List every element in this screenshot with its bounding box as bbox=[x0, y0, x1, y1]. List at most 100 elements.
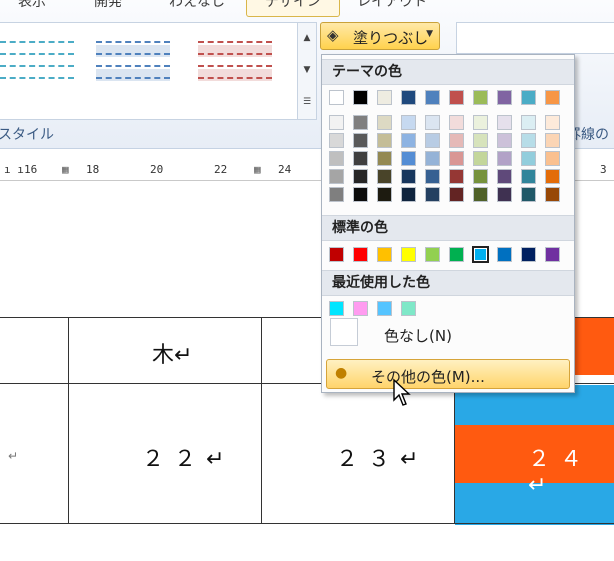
mouse-pointer-icon bbox=[393, 378, 411, 406]
recent-color-swatch[interactable] bbox=[401, 301, 416, 316]
chevron-down-icon: ▼ bbox=[426, 29, 433, 39]
table-style-1[interactable] bbox=[0, 37, 74, 85]
theme-shade-swatch[interactable] bbox=[353, 187, 368, 202]
theme-color-swatch[interactable] bbox=[329, 90, 344, 105]
theme-shade-swatch[interactable] bbox=[329, 187, 344, 202]
standard-color-swatch[interactable] bbox=[401, 247, 416, 262]
theme-shade-swatch[interactable] bbox=[353, 115, 368, 130]
recent-color-swatch[interactable] bbox=[353, 301, 368, 316]
theme-shade-swatch[interactable] bbox=[353, 133, 368, 148]
theme-shade-swatch[interactable] bbox=[497, 151, 512, 166]
shading-button[interactable]: ◈ 塗りつぶし ▼ bbox=[320, 22, 440, 50]
theme-shade-swatch[interactable] bbox=[401, 133, 416, 148]
theme-shade-swatch[interactable] bbox=[353, 169, 368, 184]
tab-layout[interactable]: レイアウト bbox=[346, 0, 438, 16]
theme-color-swatch[interactable] bbox=[545, 90, 560, 105]
table-style-2[interactable] bbox=[96, 37, 170, 85]
theme-shade-swatch[interactable] bbox=[449, 169, 464, 184]
theme-shade-swatch[interactable] bbox=[521, 187, 536, 202]
gallery-more-icon[interactable]: ☰ bbox=[298, 87, 316, 117]
theme-shade-swatch[interactable] bbox=[449, 187, 464, 202]
theme-color-swatch[interactable] bbox=[473, 90, 488, 105]
standard-color-swatch[interactable] bbox=[449, 247, 464, 262]
theme-shade-swatch[interactable] bbox=[497, 133, 512, 148]
standard-color-swatch[interactable] bbox=[425, 247, 440, 262]
theme-color-swatch[interactable] bbox=[377, 90, 392, 105]
theme-shade-swatch[interactable] bbox=[545, 115, 560, 130]
theme-shade-swatch[interactable] bbox=[425, 115, 440, 130]
theme-shade-swatch[interactable] bbox=[473, 169, 488, 184]
theme-shade-swatch[interactable] bbox=[377, 115, 392, 130]
theme-shade-swatch[interactable] bbox=[473, 151, 488, 166]
standard-color-swatch[interactable] bbox=[521, 247, 536, 262]
table-styles-gallery[interactable]: ▲ ▼ ☰ bbox=[0, 22, 317, 120]
theme-shade-swatch[interactable] bbox=[329, 169, 344, 184]
theme-shade-swatch[interactable] bbox=[353, 151, 368, 166]
theme-shade-swatch[interactable] bbox=[377, 151, 392, 166]
gallery-scrollbar[interactable]: ▲ ▼ ☰ bbox=[297, 23, 316, 119]
theme-shade-swatch[interactable] bbox=[401, 151, 416, 166]
theme-shade-swatch[interactable] bbox=[329, 151, 344, 166]
theme-shade-swatch[interactable] bbox=[473, 187, 488, 202]
table-style-3[interactable] bbox=[198, 37, 272, 85]
theme-color-swatch[interactable] bbox=[449, 90, 464, 105]
gallery-up-icon[interactable]: ▲ bbox=[298, 23, 316, 53]
table-border bbox=[261, 317, 262, 524]
theme-shade-swatch[interactable] bbox=[425, 151, 440, 166]
standard-color-swatch[interactable] bbox=[545, 247, 560, 262]
theme-shade-swatch[interactable] bbox=[425, 187, 440, 202]
theme-color-swatch[interactable] bbox=[521, 90, 536, 105]
theme-shade-swatch[interactable] bbox=[473, 133, 488, 148]
theme-color-swatch[interactable] bbox=[425, 90, 440, 105]
theme-shade-swatch[interactable] bbox=[449, 115, 464, 130]
border-styles-box[interactable] bbox=[456, 22, 614, 54]
tab-developer[interactable]: 開発 bbox=[88, 0, 128, 16]
no-color-option[interactable]: 色なし(N) bbox=[384, 325, 452, 346]
theme-color-swatch[interactable] bbox=[353, 90, 368, 105]
ruler-tick-label: 22 bbox=[214, 163, 228, 176]
theme-shade-swatch[interactable] bbox=[545, 187, 560, 202]
theme-shade-swatch[interactable] bbox=[401, 187, 416, 202]
recent-color-swatch[interactable] bbox=[377, 301, 392, 316]
theme-shade-swatch[interactable] bbox=[545, 133, 560, 148]
ruler-tick-label: 16 bbox=[24, 163, 38, 176]
standard-color-swatch[interactable] bbox=[377, 247, 392, 262]
more-colors-button[interactable]: ● その他の色(M)... bbox=[326, 359, 570, 389]
tab-design[interactable]: デザイン bbox=[246, 0, 340, 17]
tab-misc[interactable]: わえなし bbox=[162, 0, 232, 16]
recent-color-swatch[interactable] bbox=[329, 301, 344, 316]
theme-shade-swatch[interactable] bbox=[473, 115, 488, 130]
standard-color-swatch[interactable] bbox=[353, 247, 368, 262]
theme-shade-swatch[interactable] bbox=[401, 169, 416, 184]
gallery-down-icon[interactable]: ▼ bbox=[298, 55, 316, 85]
theme-shade-swatch[interactable] bbox=[521, 151, 536, 166]
theme-shade-swatch[interactable] bbox=[497, 187, 512, 202]
ruler-column-marker-icon[interactable]: ▦ bbox=[254, 163, 261, 176]
no-color-swatch[interactable] bbox=[330, 318, 358, 346]
tab-view[interactable]: 表示 bbox=[12, 0, 52, 16]
theme-shade-swatch[interactable] bbox=[377, 169, 392, 184]
ruler-column-marker-icon[interactable]: ▦ bbox=[62, 163, 69, 176]
ruler-marks: ı ı bbox=[4, 163, 24, 176]
theme-color-swatch[interactable] bbox=[401, 90, 416, 105]
theme-shade-swatch[interactable] bbox=[521, 169, 536, 184]
theme-shade-swatch[interactable] bbox=[497, 115, 512, 130]
theme-shade-swatch[interactable] bbox=[449, 133, 464, 148]
theme-shade-swatch[interactable] bbox=[329, 115, 344, 130]
standard-color-swatch[interactable] bbox=[472, 246, 489, 263]
theme-shade-swatch[interactable] bbox=[377, 187, 392, 202]
theme-shade-swatch[interactable] bbox=[425, 133, 440, 148]
theme-color-swatch[interactable] bbox=[497, 90, 512, 105]
theme-shade-swatch[interactable] bbox=[329, 133, 344, 148]
theme-shade-swatch[interactable] bbox=[401, 115, 416, 130]
theme-shade-swatch[interactable] bbox=[497, 169, 512, 184]
theme-shade-swatch[interactable] bbox=[545, 151, 560, 166]
standard-color-swatch[interactable] bbox=[497, 247, 512, 262]
theme-shade-swatch[interactable] bbox=[545, 169, 560, 184]
theme-shade-swatch[interactable] bbox=[521, 115, 536, 130]
theme-shade-swatch[interactable] bbox=[449, 151, 464, 166]
theme-shade-swatch[interactable] bbox=[521, 133, 536, 148]
standard-color-swatch[interactable] bbox=[329, 247, 344, 262]
theme-shade-swatch[interactable] bbox=[425, 169, 440, 184]
theme-shade-swatch[interactable] bbox=[377, 133, 392, 148]
